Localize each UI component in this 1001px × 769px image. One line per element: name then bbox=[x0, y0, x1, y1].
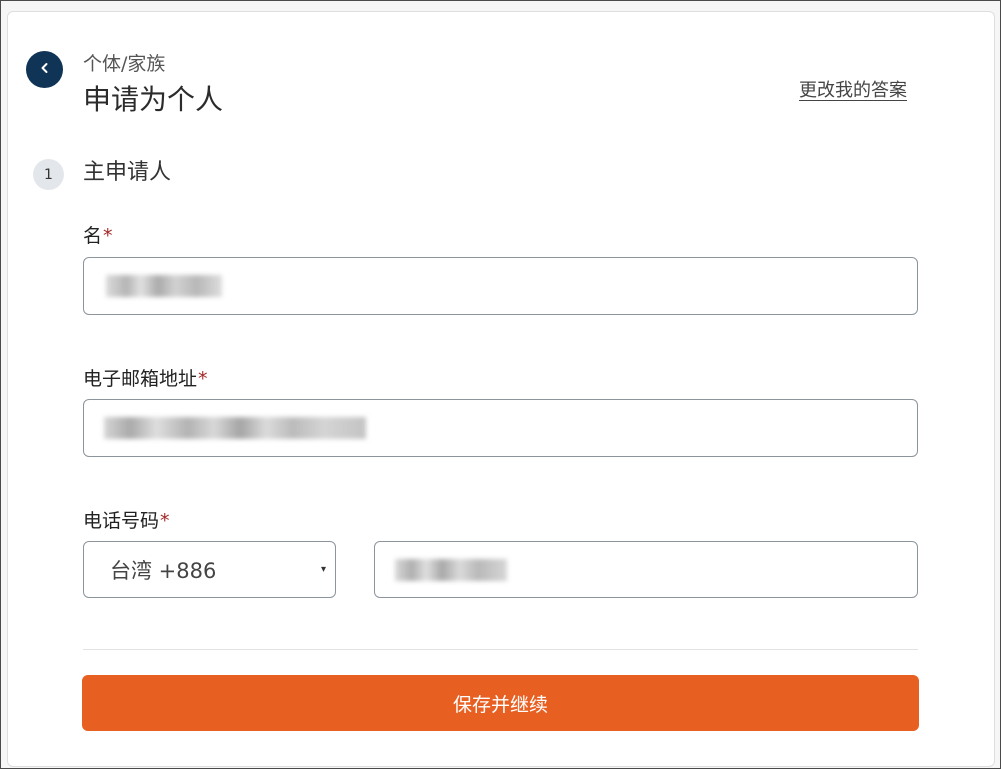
name-input[interactable] bbox=[83, 257, 918, 315]
country-code-select[interactable]: 台湾 +886 ▾ bbox=[83, 541, 336, 598]
chevron-down-icon: ▾ bbox=[320, 564, 326, 575]
required-marker: * bbox=[198, 368, 208, 390]
email-input[interactable] bbox=[83, 399, 918, 457]
save-and-continue-button[interactable]: 保存并继续 bbox=[82, 675, 919, 731]
email-label-text: 电子邮箱地址 bbox=[83, 368, 198, 390]
redacted-name-value bbox=[106, 275, 222, 297]
redacted-phone-value bbox=[395, 558, 507, 581]
breadcrumb: 个体/家族 bbox=[83, 53, 166, 75]
name-label-text: 名 bbox=[83, 225, 103, 247]
required-marker: * bbox=[103, 225, 113, 247]
page-title: 申请为个人 bbox=[83, 83, 224, 116]
email-label: 电子邮箱地址* bbox=[83, 368, 208, 390]
chevron-left-icon bbox=[38, 61, 52, 78]
section-divider bbox=[83, 649, 918, 650]
step-number-badge: 1 bbox=[33, 159, 64, 190]
country-code-value: 台湾 +886 bbox=[110, 558, 217, 583]
required-marker: * bbox=[160, 510, 170, 532]
back-button[interactable] bbox=[26, 51, 63, 88]
name-label: 名* bbox=[83, 225, 113, 247]
phone-number-input[interactable] bbox=[374, 541, 918, 598]
phone-label-text: 电话号码 bbox=[83, 510, 160, 532]
redacted-email-value bbox=[104, 417, 366, 439]
step-title: 主申请人 bbox=[83, 160, 172, 185]
change-answers-link[interactable]: 更改我的答案 bbox=[799, 80, 907, 102]
phone-label: 电话号码* bbox=[83, 510, 170, 532]
